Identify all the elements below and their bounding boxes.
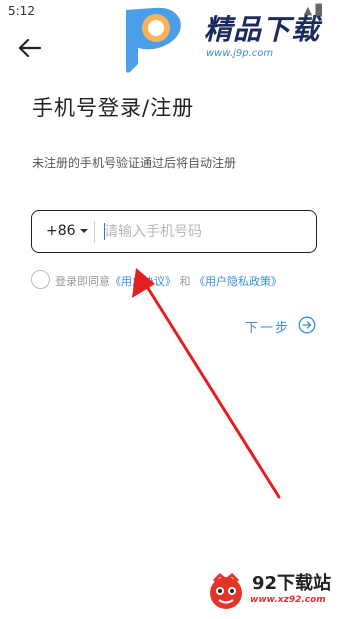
xz92-logo-icon <box>210 572 242 609</box>
status-time: 5:12 <box>8 4 35 18</box>
text-caret <box>104 223 105 240</box>
arrow-left-icon <box>18 38 42 58</box>
next-step-label: 下一步 <box>245 321 291 336</box>
country-code-value: +86 <box>46 223 76 239</box>
j9p-logo-icon <box>126 7 181 73</box>
page-title: 手机号登录/注册 <box>32 96 195 120</box>
arrow-right-circle-icon <box>298 316 316 334</box>
watermark-bottom: 92下载站 www.xz92.com <box>196 565 344 615</box>
agreement-checkbox[interactable] <box>31 270 50 289</box>
caret-down-icon <box>79 229 88 233</box>
agreement-text: 登录即同意《用户协议》 和 《用户隐私政策》 <box>55 273 282 289</box>
agreement-row: 登录即同意《用户协议》 和 《用户隐私政策》 <box>31 270 321 290</box>
next-step-button[interactable]: 下一步 <box>245 316 319 336</box>
privacy-policy-link[interactable]: 《用户隐私政策》 <box>194 275 282 288</box>
watermark-bottom-name: 92下载站 <box>252 573 332 594</box>
page-subtitle: 未注册的手机号验证通过后将自动注册 <box>32 156 237 170</box>
country-code-selector[interactable]: +86 <box>46 223 88 239</box>
watermark-brand: 精品下载 <box>204 13 321 46</box>
watermark-top: 精品下载 www.j9p.com <box>118 0 348 76</box>
field-divider <box>94 221 95 243</box>
watermark-url: www.j9p.com <box>206 48 274 59</box>
watermark-bottom-url: www.xz92.com <box>250 595 326 605</box>
user-agreement-link[interactable]: 《用户协议》 <box>110 275 176 288</box>
agreement-and: 和 <box>179 275 191 288</box>
phone-input-box: +86 <box>31 210 317 253</box>
phone-number-input[interactable] <box>104 219 304 245</box>
agreement-prefix: 登录即同意 <box>55 275 110 288</box>
back-button[interactable] <box>14 34 46 62</box>
